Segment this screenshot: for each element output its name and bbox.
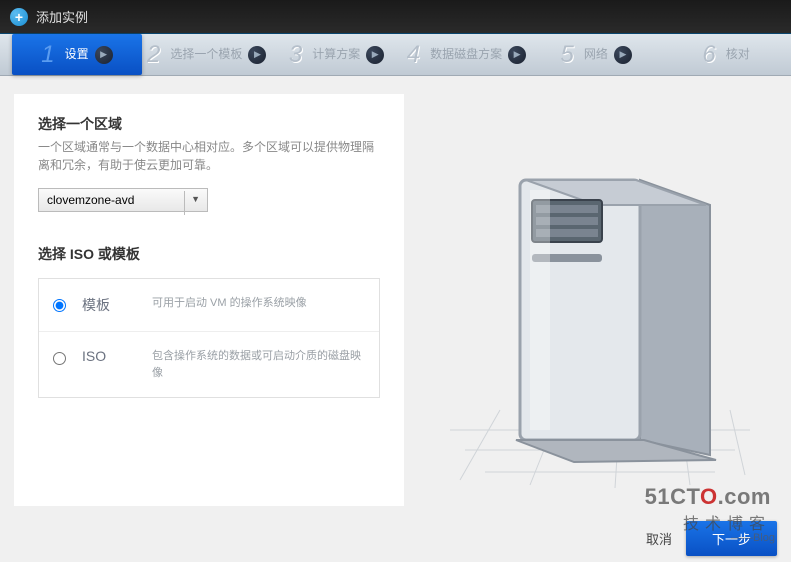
dialog-header: + 添加实例 [0, 0, 791, 34]
step-disk[interactable]: 4 数据磁盘方案 ▶ [401, 34, 531, 75]
step-network[interactable]: 5 网络 ▶ [531, 34, 661, 75]
iso-template-options: 模板 可用于启动 VM 的操作系统映像 ISO 包含操作系统的数据或可启动介质的… [38, 278, 380, 398]
option-template-radio[interactable] [53, 299, 66, 312]
chevron-right-icon: ▶ [614, 46, 632, 64]
step-review[interactable]: 6 核对 [661, 34, 791, 75]
dialog-title: 添加实例 [36, 7, 88, 26]
region-select[interactable]: clovemzone-avd [39, 189, 207, 211]
iso-template-title: 选择 ISO 或模板 [38, 244, 380, 264]
chevron-right-icon: ▶ [248, 46, 266, 64]
chevron-right-icon: ▶ [508, 46, 526, 64]
option-iso[interactable]: ISO 包含操作系统的数据或可启动介质的磁盘映像 [39, 332, 379, 397]
chevron-right-icon: ▶ [95, 46, 113, 64]
next-button[interactable]: 下一步 [686, 521, 777, 556]
footer: 取消 下一步 [646, 521, 777, 556]
cancel-button[interactable]: 取消 [646, 529, 672, 548]
region-title: 选择一个区域 [38, 114, 380, 134]
form-panel: 选择一个区域 一个区域通常与一个数据中心相对应。多个区域可以提供物理隔离和冗余，… [14, 94, 404, 506]
option-iso-radio[interactable] [53, 352, 66, 365]
step-compute[interactable]: 3 计算方案 ▶ [272, 34, 402, 75]
illustration-panel [422, 94, 777, 506]
option-template[interactable]: 模板 可用于启动 VM 的操作系统映像 [39, 279, 379, 332]
step-template[interactable]: 2 选择一个模板 ▶ [142, 34, 272, 75]
step-settings[interactable]: 1 设置 ▶ [12, 34, 142, 75]
region-desc: 一个区域通常与一个数据中心相对应。多个区域可以提供物理隔离和冗余，有助于使云更加… [38, 138, 380, 174]
plus-icon: + [10, 8, 28, 26]
wizard-steps: 1 设置 ▶ 2 选择一个模板 ▶ 3 计算方案 ▶ 4 数据磁盘方案 ▶ 5 … [0, 34, 791, 76]
chevron-right-icon: ▶ [366, 46, 384, 64]
server-icon [440, 110, 760, 490]
region-select-wrap[interactable]: clovemzone-avd [38, 188, 208, 212]
content: 选择一个区域 一个区域通常与一个数据中心相对应。多个区域可以提供物理隔离和冗余，… [0, 76, 791, 506]
